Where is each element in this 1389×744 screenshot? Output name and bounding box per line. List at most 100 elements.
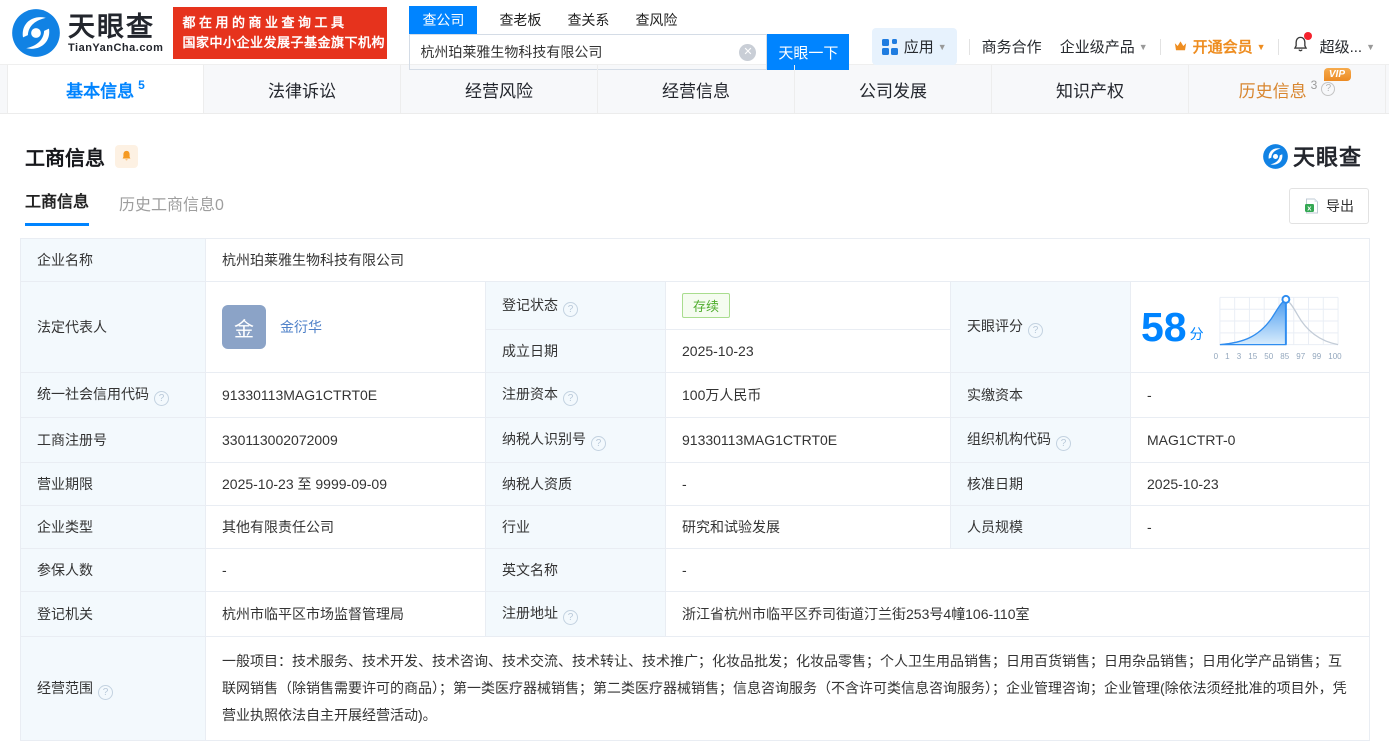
divider bbox=[1159, 38, 1161, 55]
promo-line2: 国家中小企业发展子基金旗下机构 bbox=[182, 35, 385, 50]
taxpayer-quality-value: - bbox=[665, 462, 951, 506]
chevron-down-icon: ▼ bbox=[1138, 41, 1148, 52]
chevron-down-icon: ▼ bbox=[1366, 41, 1375, 52]
vip-badge: VIP bbox=[1323, 68, 1351, 81]
business-scope-label: 经营范围? bbox=[20, 636, 206, 741]
search-tabs: 查公司 查老板 查关系 查风险 bbox=[409, 6, 849, 34]
reg-capital-label: 注册资本? bbox=[485, 372, 666, 418]
table-row: 参保人数 - 英文名称 - bbox=[20, 548, 1370, 592]
credit-code-label: 统一社会信用代码? bbox=[20, 372, 206, 418]
tab-legal-litigation[interactable]: 法律诉讼 bbox=[204, 65, 401, 113]
legal-rep-link[interactable]: 金衍华 bbox=[280, 317, 322, 337]
apps-grid-icon bbox=[881, 38, 898, 55]
insured-count-value: - bbox=[205, 548, 486, 592]
subtab-business-info[interactable]: 工商信息 bbox=[25, 188, 90, 226]
search-tab-boss[interactable]: 查老板 bbox=[499, 6, 541, 34]
legal-rep-label: 法定代表人 bbox=[20, 281, 206, 373]
tab-basic-info[interactable]: 基本信息 5 bbox=[7, 65, 204, 113]
search-input[interactable] bbox=[420, 44, 740, 60]
table-row: 企业名称 杭州珀莱雅生物科技有限公司 bbox=[20, 238, 1370, 282]
score-cell: 58 分 0 1 3 15 50 85 97 99 100 bbox=[1130, 281, 1370, 373]
english-name-value: - bbox=[665, 548, 1370, 592]
section-head: 工商信息 天眼查 bbox=[0, 114, 1389, 172]
table-row: 企业类型 其他有限责任公司 行业 研究和试验发展 人员规模 - bbox=[20, 505, 1370, 549]
help-icon[interactable]: ? bbox=[1028, 323, 1043, 338]
avatar: 金 bbox=[222, 305, 266, 349]
crown-icon bbox=[1173, 39, 1188, 54]
business-scope-value: 一般项目：技术服务、技术开发、技术咨询、技术交流、技术转让、技术推广；化妆品批发… bbox=[205, 636, 1370, 741]
watermark-text: 天眼查 bbox=[1292, 145, 1362, 170]
score-chart-ticks: 01 3 15 50 85 97 99 100 bbox=[1213, 352, 1342, 361]
taxpayer-quality-label: 纳税人资质 bbox=[485, 462, 666, 506]
page: 天眼查 TianYanCha.com 都在用的商业查询工具 国家中小企业发展子基… bbox=[0, 0, 1389, 744]
clear-search-icon[interactable]: ✕ bbox=[739, 43, 757, 61]
reg-status-value: 存续 bbox=[665, 281, 951, 330]
reg-status-label: 登记状态? bbox=[485, 281, 666, 330]
taxpayer-id-value: 91330113MAG1CTRT0E bbox=[665, 417, 951, 463]
logo-swirl-icon bbox=[1263, 143, 1288, 169]
search-tab-risk[interactable]: 查风险 bbox=[635, 6, 677, 34]
help-icon[interactable]: ? bbox=[1056, 436, 1071, 451]
export-button[interactable]: x 导出 bbox=[1289, 188, 1369, 224]
promo-line1: 都在用的商业查询工具 bbox=[182, 15, 348, 30]
help-icon[interactable]: ? bbox=[563, 610, 578, 625]
apps-menu[interactable]: 应用 ▼ bbox=[871, 28, 957, 65]
business-term-label: 营业期限 bbox=[20, 462, 206, 506]
table-row: 登记机关 杭州市临平区市场监督管理局 注册地址? 浙江省杭州市临平区乔司街道汀兰… bbox=[20, 591, 1370, 637]
notifications-bell[interactable] bbox=[1291, 31, 1312, 60]
table-row: 统一社会信用代码? 91330113MAG1CTRT0E 注册资本? 100万人… bbox=[20, 372, 1370, 418]
approval-date-label: 核准日期 bbox=[950, 462, 1131, 506]
reg-authority-value: 杭州市临平区市场监督管理局 bbox=[205, 591, 486, 637]
score-unit: 分 bbox=[1189, 326, 1204, 342]
industry-label: 行业 bbox=[485, 505, 666, 549]
tab-history-info[interactable]: VIP 历史信息 3 ? bbox=[1189, 65, 1386, 113]
reg-authority-label: 登记机关 bbox=[20, 591, 206, 637]
tab-operation-info[interactable]: 经营信息 bbox=[598, 65, 795, 113]
super-vip-menu[interactable]: 超级... ▼ bbox=[1320, 36, 1375, 57]
chevron-down-icon: ▼ bbox=[937, 41, 947, 52]
reg-address-value: 浙江省杭州市临平区乔司街道汀兰街253号4幢106-110室 bbox=[665, 591, 1370, 637]
english-name-label: 英文名称 bbox=[485, 548, 666, 592]
tianyancha-logo[interactable]: 天眼查 TianYanCha.com bbox=[10, 7, 163, 59]
help-icon[interactable]: ? bbox=[563, 301, 578, 317]
logo-en-text: TianYanCha.com bbox=[68, 42, 164, 54]
table-row: 营业期限 2025-10-23 至 9999-09-09 纳税人资质 - 核准日… bbox=[20, 462, 1370, 506]
reg-number-value: 330113002072009 bbox=[205, 417, 486, 463]
monitor-bell-chip[interactable] bbox=[115, 144, 138, 168]
approval-date-value: 2025-10-23 bbox=[1130, 462, 1370, 506]
staff-size-value: - bbox=[1130, 505, 1370, 549]
divider bbox=[968, 38, 970, 55]
tab-intellectual-property[interactable]: 知识产权 bbox=[992, 65, 1189, 113]
tab-company-development[interactable]: 公司发展 bbox=[795, 65, 992, 113]
logo-cn-text: 天眼查 bbox=[68, 12, 155, 42]
header: 天眼查 TianYanCha.com 都在用的商业查询工具 国家中小企业发展子基… bbox=[0, 0, 1389, 70]
help-icon[interactable]: ? bbox=[154, 391, 169, 406]
org-code-label: 组织机构代码? bbox=[950, 417, 1131, 463]
table-row: 法定代表人 金 金衍华 登记状态? 存续 天眼评分? 58 分 0 1 3 15… bbox=[20, 281, 1370, 373]
staff-size-label: 人员规模 bbox=[950, 505, 1131, 549]
insured-count-label: 参保人数 bbox=[20, 548, 206, 592]
search-tab-company[interactable]: 查公司 bbox=[409, 6, 478, 34]
industry-value: 研究和试验发展 bbox=[665, 505, 951, 549]
help-icon[interactable]: ? bbox=[563, 391, 578, 406]
reg-number-label: 工商注册号 bbox=[20, 417, 206, 463]
business-info-table: 企业名称 杭州珀莱雅生物科技有限公司 法定代表人 金 金衍华 登记状态? 存续 … bbox=[20, 238, 1370, 741]
help-icon[interactable]: ? bbox=[98, 684, 113, 700]
promo-banner: 都在用的商业查询工具 国家中小企业发展子基金旗下机构 bbox=[173, 7, 388, 59]
notification-dot bbox=[1303, 31, 1312, 40]
paid-capital-value: - bbox=[1130, 372, 1370, 418]
reg-address-label: 注册地址? bbox=[485, 591, 666, 637]
help-icon[interactable]: ? bbox=[1321, 82, 1336, 96]
enterprise-products-menu[interactable]: 企业级产品 ▼ bbox=[1060, 36, 1148, 57]
subtab-history-business-info[interactable]: 历史工商信息0 bbox=[119, 191, 224, 226]
table-row: 工商注册号 330113002072009 纳税人识别号? 91330113MA… bbox=[20, 417, 1370, 463]
company-type-value: 其他有限责任公司 bbox=[205, 505, 486, 549]
legal-rep-cell: 金 金衍华 bbox=[205, 281, 486, 373]
search-tab-relation[interactable]: 查关系 bbox=[567, 6, 609, 34]
help-icon[interactable]: ? bbox=[591, 436, 606, 451]
credit-code-value: 91330113MAG1CTRT0E bbox=[205, 372, 486, 418]
business-cooperation-link[interactable]: 商务合作 bbox=[982, 36, 1042, 57]
tab-operation-risk[interactable]: 经营风险 bbox=[401, 65, 598, 113]
paid-capital-label: 实缴资本 bbox=[950, 372, 1131, 418]
open-vip-menu[interactable]: 开通会员 ▼ bbox=[1173, 36, 1266, 57]
